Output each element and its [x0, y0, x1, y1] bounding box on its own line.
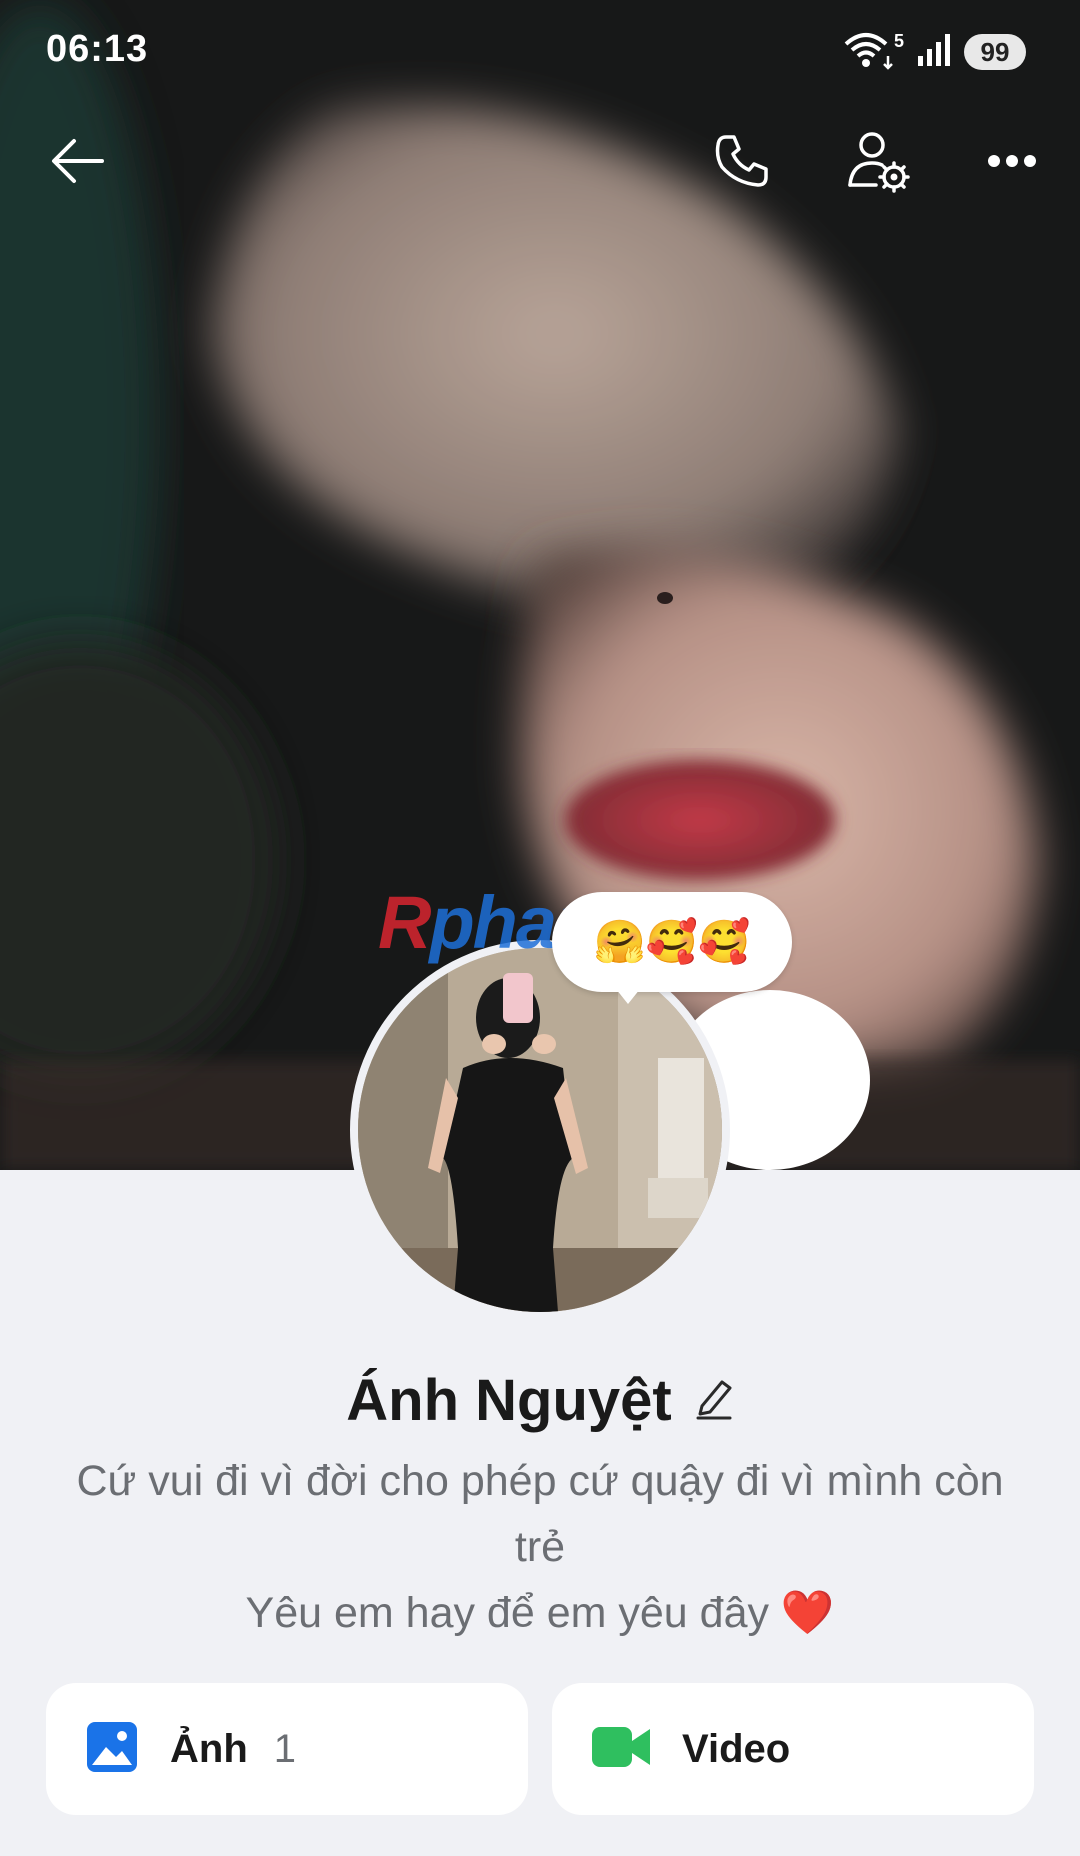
user-settings-icon [846, 129, 910, 198]
profile-settings-button[interactable] [838, 123, 918, 203]
more-options-button[interactable] [972, 123, 1052, 203]
avatar-image [358, 948, 722, 1312]
photos-count: 1 [273, 1726, 297, 1771]
wifi-icon [844, 30, 896, 75]
media-cards: Ảnh 1 Video [46, 1683, 1034, 1815]
videos-card[interactable]: Video [552, 1683, 1034, 1815]
pencil-icon [694, 1376, 734, 1425]
profile-bio: Cứ vui đi vì đời cho phép cứ quậy đi vì … [60, 1448, 1020, 1646]
profile-name: Ánh Nguyệt [346, 1367, 672, 1433]
edit-name-button[interactable] [694, 1376, 734, 1425]
video-label: Video [682, 1726, 791, 1771]
call-button[interactable] [702, 123, 782, 203]
top-nav [0, 120, 1080, 210]
photos-card[interactable]: Ảnh 1 [46, 1683, 528, 1815]
profile-name-row: Ánh Nguyệt [0, 1360, 1080, 1440]
phone-icon [712, 131, 772, 196]
wifi-generation-label: 5 [893, 30, 904, 51]
photo-icon [86, 1721, 138, 1778]
status-bar: 06:13 5 99 [0, 0, 1080, 100]
profile-screen: 06:13 5 99 Rphang 🤗🥰🥰 Ánh Nguyệt Cứ vui … [0, 0, 1080, 1856]
back-button[interactable] [38, 123, 118, 203]
more-dots-icon [987, 154, 1037, 173]
battery-indicator: 99 [964, 34, 1026, 70]
status-bubble-tail [612, 984, 644, 1004]
status-icons: 5 99 [844, 30, 1026, 74]
status-bubble[interactable]: 🤗🥰🥰 [552, 892, 792, 992]
bio-line-2: Yêu em hay để em yêu đây ❤️ [245, 1589, 835, 1637]
status-emojis: 🤗🥰🥰 [593, 917, 751, 965]
bio-line-1: Cứ vui đi vì đời cho phép cứ quậy đi vì … [76, 1457, 1004, 1571]
photos-label: Ảnh [170, 1726, 248, 1771]
signal-icon [916, 32, 952, 73]
video-camera-icon [592, 1725, 650, 1774]
back-arrow-icon [50, 137, 106, 190]
avatar[interactable] [350, 940, 730, 1320]
status-time: 06:13 [46, 28, 149, 70]
